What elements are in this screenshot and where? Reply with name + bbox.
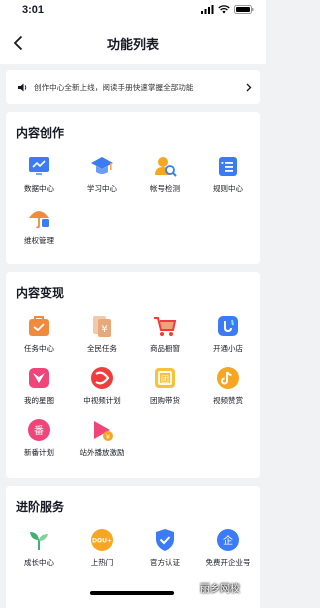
section-title: 内容变现 bbox=[16, 286, 65, 300]
item-group-buy[interactable]: 团 团购带货 bbox=[135, 366, 195, 418]
item-label: 商品橱窗 bbox=[150, 344, 180, 353]
home-indicator bbox=[90, 591, 174, 595]
watermark-text: 丽乡网校 bbox=[200, 584, 240, 595]
item-label: 维权管理 bbox=[24, 236, 54, 245]
item-label: 规则中心 bbox=[213, 184, 243, 193]
dou-plus-icon: DOU+ bbox=[90, 528, 114, 552]
notice-text: 创作中心全新上线，阅读手册快速掌握全部功能 bbox=[34, 82, 194, 92]
speaker-icon bbox=[18, 83, 27, 91]
play-reward-icon: ¥ bbox=[90, 418, 114, 442]
item-mid-video-plan[interactable]: 中视频计划 bbox=[72, 366, 132, 418]
item-label: 数据中心 bbox=[24, 184, 54, 193]
svg-text:番: 番 bbox=[34, 425, 44, 437]
nav-bar: 功能列表 bbox=[0, 22, 266, 64]
item-label: 学习中心 bbox=[87, 184, 117, 193]
play-circle-icon bbox=[90, 366, 114, 390]
chevron-right-icon bbox=[246, 83, 252, 91]
item-account-check[interactable]: 帐号检测 bbox=[135, 154, 195, 206]
section-monetization: 内容变现 任务中心 ¥ 全民任务 商品橱窗 开通小店 我的星图 中视频计划 团 … bbox=[6, 272, 260, 478]
group-buy-icon: 团 bbox=[153, 366, 177, 390]
umbrella-icon bbox=[27, 206, 51, 230]
item-trending[interactable]: DOU+ 上热门 bbox=[72, 528, 132, 580]
shopping-cart-icon bbox=[153, 314, 177, 338]
item-star-map[interactable]: 我的星图 bbox=[9, 366, 69, 418]
verified-shield-icon bbox=[153, 528, 177, 552]
item-label: 视频赞赏 bbox=[213, 396, 243, 405]
section-title: 内容创作 bbox=[16, 126, 65, 140]
item-label: 站外播放激励 bbox=[79, 448, 125, 457]
status-bar: 3:01 bbox=[0, 0, 266, 22]
page-title: 功能列表 bbox=[106, 38, 159, 53]
sprout-icon bbox=[27, 528, 51, 552]
battery-icon bbox=[234, 5, 254, 14]
svg-text:DOU+: DOU+ bbox=[92, 538, 112, 545]
anime-icon: 番 bbox=[27, 418, 51, 442]
chart-icon bbox=[27, 154, 51, 178]
star-map-icon bbox=[27, 366, 51, 390]
notice-banner[interactable]: 创作中心全新上线，阅读手册快速掌握全部功能 bbox=[6, 70, 260, 104]
item-task-center[interactable]: 任务中心 bbox=[9, 314, 69, 366]
item-growth-center[interactable]: 成长中心 bbox=[9, 528, 69, 580]
item-product-showcase[interactable]: 商品橱窗 bbox=[135, 314, 195, 366]
item-national-tasks[interactable]: ¥ 全民任务 bbox=[72, 314, 132, 366]
item-official-verification[interactable]: 官方认证 bbox=[135, 528, 195, 580]
watermark: 丽乡网校 bbox=[200, 580, 240, 595]
item-label: 上热门 bbox=[90, 558, 114, 567]
item-label: 新番计划 bbox=[24, 448, 54, 457]
item-data-center[interactable]: 数据中心 bbox=[9, 154, 69, 206]
enterprise-icon: 企 bbox=[216, 528, 240, 552]
signal-icon bbox=[201, 5, 214, 14]
item-label: 帐号检测 bbox=[150, 184, 180, 193]
item-learning-center[interactable]: 学习中心 bbox=[72, 154, 132, 206]
item-label: 官方认证 bbox=[150, 558, 180, 567]
rules-book-icon bbox=[216, 154, 240, 178]
item-label: 团购带货 bbox=[150, 396, 180, 405]
item-label: 免费开企业号 bbox=[205, 558, 251, 567]
coin-cards-icon: ¥ bbox=[90, 314, 114, 338]
svg-text:团: 团 bbox=[161, 375, 169, 384]
status-time: 3:01 bbox=[22, 4, 45, 16]
item-rules-center[interactable]: 规则中心 bbox=[198, 154, 258, 206]
shop-icon bbox=[216, 314, 240, 338]
item-video-reward[interactable]: 视频赞赏 bbox=[198, 366, 258, 418]
item-label: 全民任务 bbox=[87, 344, 117, 353]
section-title: 进阶服务 bbox=[16, 500, 65, 514]
status-icons bbox=[201, 5, 254, 14]
item-label: 成长中心 bbox=[24, 558, 54, 567]
item-free-enterprise-account[interactable]: 企 免费开企业号 bbox=[198, 528, 258, 580]
wifi-icon bbox=[218, 5, 230, 14]
tiktok-reward-icon bbox=[216, 366, 240, 390]
task-bag-icon bbox=[27, 314, 51, 338]
item-label: 开通小店 bbox=[213, 344, 243, 353]
item-offsite-play-reward[interactable]: ¥ 站外播放激励 bbox=[72, 418, 132, 470]
account-check-icon bbox=[153, 154, 177, 178]
item-new-anime-plan[interactable]: 番 新番计划 bbox=[9, 418, 69, 470]
item-label: 中视频计划 bbox=[83, 396, 121, 405]
item-label: 我的星图 bbox=[24, 396, 54, 405]
item-rights-management[interactable]: 维权管理 bbox=[9, 206, 69, 258]
graduation-cap-icon bbox=[90, 154, 114, 178]
item-label: 任务中心 bbox=[24, 344, 54, 353]
svg-text:企: 企 bbox=[223, 534, 233, 547]
item-open-shop[interactable]: 开通小店 bbox=[198, 314, 258, 366]
svg-text:¥: ¥ bbox=[106, 433, 110, 441]
svg-text:¥: ¥ bbox=[101, 324, 107, 335]
section-content-creation: 内容创作 数据中心 学习中心 帐号检测 规则中心 维权管理 bbox=[6, 112, 260, 264]
